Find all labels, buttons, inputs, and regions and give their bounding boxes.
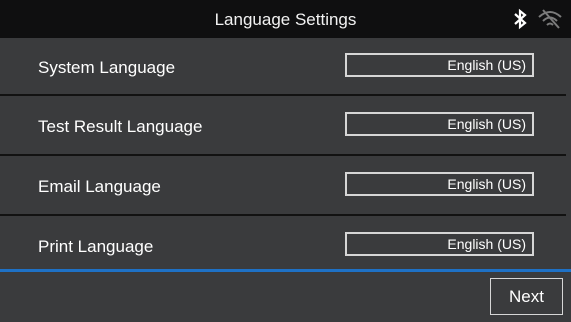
row-divider <box>0 154 566 156</box>
setting-row-print-language: Print Language English (US) <box>0 217 571 276</box>
print-language-value: English (US) <box>447 236 526 252</box>
setting-row-email-language: Email Language English (US) <box>0 157 571 216</box>
print-language-select[interactable]: English (US) <box>345 232 534 256</box>
wifi-off-icon <box>538 9 562 29</box>
system-language-select[interactable]: English (US) <box>345 53 534 77</box>
row-divider <box>0 214 566 216</box>
setting-row-test-result-language: Test Result Language English (US) <box>0 97 571 156</box>
test-result-language-label: Test Result Language <box>38 117 203 136</box>
bluetooth-icon <box>514 8 527 30</box>
row-divider <box>0 94 566 96</box>
email-language-label: Email Language <box>38 177 161 196</box>
test-result-language-select[interactable]: English (US) <box>345 112 534 136</box>
page-title: Language Settings <box>214 10 357 29</box>
next-button[interactable]: Next <box>490 278 563 315</box>
footer-bar <box>0 272 571 322</box>
email-language-value: English (US) <box>447 176 526 192</box>
setting-row-system-language: System Language English (US) <box>0 38 571 97</box>
test-result-language-value: English (US) <box>447 116 526 132</box>
system-language-value: English (US) <box>447 57 526 73</box>
print-language-label: Print Language <box>38 237 154 256</box>
email-language-select[interactable]: English (US) <box>345 172 534 196</box>
system-language-label: System Language <box>38 58 176 77</box>
header-bar: Language Settings <box>0 0 571 38</box>
